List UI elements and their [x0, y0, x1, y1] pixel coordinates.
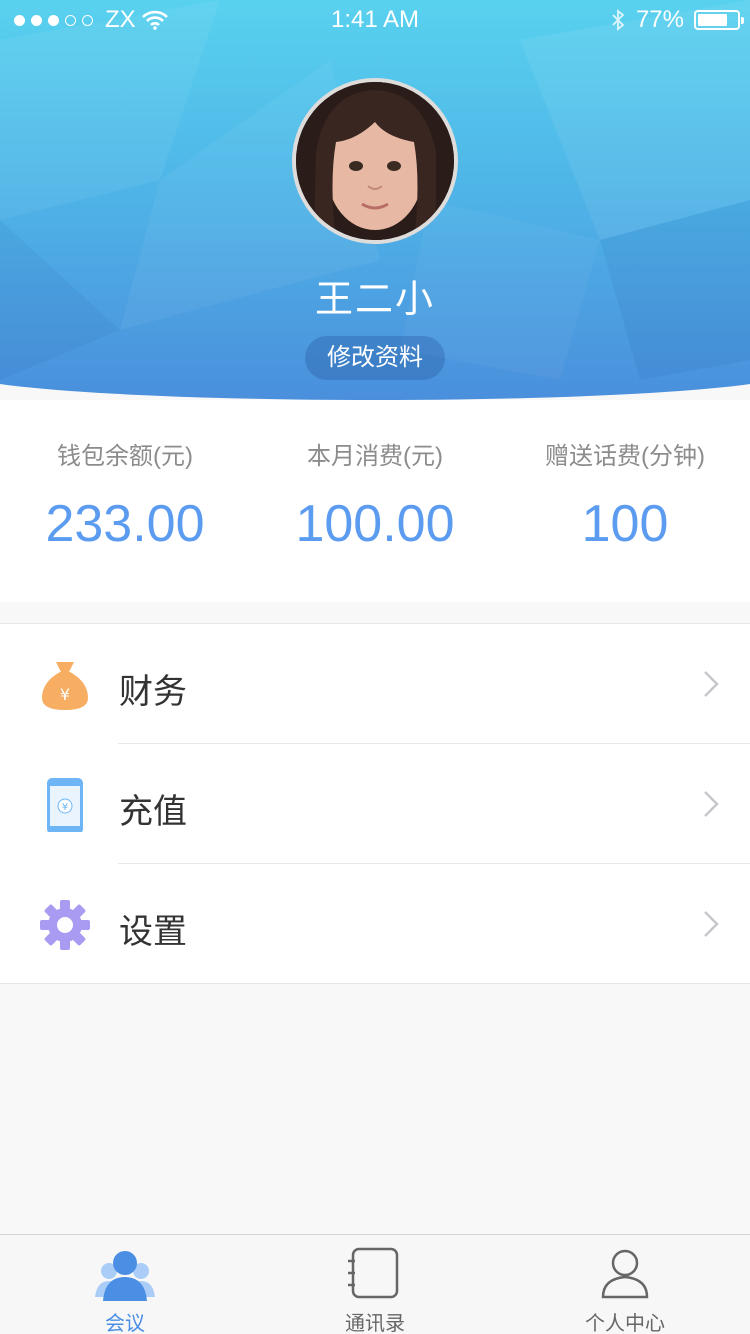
stat-label: 钱包余额(元)	[57, 443, 193, 470]
user-name: 王二小	[314, 279, 435, 321]
avatar[interactable]	[292, 78, 458, 244]
menu-item-finance[interactable]: ¥ 财务	[0, 624, 750, 744]
menu-item-recharge[interactable]: ¥ 充值	[0, 744, 750, 864]
tab-label: 会议	[105, 1313, 145, 1334]
stat-value: 100	[581, 495, 669, 553]
menu-item-settings[interactable]: 设置	[0, 864, 750, 984]
meeting-users-icon	[95, 1251, 155, 1301]
tab-profile[interactable]: 个人中心	[500, 1235, 750, 1334]
menu-item-label: 财务	[119, 673, 187, 711]
battery-level-fill	[698, 14, 727, 26]
menu-item-label: 充值	[119, 793, 187, 831]
battery-icon	[694, 10, 744, 30]
stat-label: 本月消费(元)	[307, 443, 443, 470]
stats-panel: 钱包余额(元) 233.00 本月消费(元) 100.00 赠送话费(分钟) 1…	[0, 400, 750, 602]
svg-text:¥: ¥	[62, 802, 68, 813]
status-bar: ZX 1:41 AM 77%	[0, 0, 750, 40]
tab-contacts[interactable]: 通讯录	[250, 1235, 500, 1334]
menu-item-label: 设置	[119, 913, 187, 951]
stat-value: 100.00	[295, 495, 455, 553]
bluetooth-icon	[612, 9, 625, 31]
battery-percent: 77%	[635, 6, 684, 33]
tab-meeting[interactable]: 会议	[0, 1235, 250, 1334]
profile-header: ZX 1:41 AM 77% 王二小 修改资料	[0, 0, 750, 400]
money-bag-icon: ¥	[42, 662, 88, 710]
menu-list: ¥ 财务 ¥ 充值 设置	[0, 623, 750, 984]
chevron-right-icon	[704, 911, 719, 937]
tab-bar: 会议 通讯录 个人中心	[0, 1234, 750, 1334]
stat-value: 233.00	[45, 495, 205, 553]
chevron-right-icon	[704, 791, 719, 817]
stat-label: 赠送话费(分钟)	[545, 443, 705, 470]
avatar-photo	[296, 82, 454, 240]
svg-text:¥: ¥	[60, 685, 70, 704]
battery-tip	[741, 17, 744, 24]
edit-profile-button[interactable]: 修改资料	[305, 336, 445, 380]
tab-label: 个人中心	[585, 1313, 665, 1334]
chevron-right-icon	[704, 671, 719, 697]
status-right: 77%	[610, 6, 744, 34]
phone-recharge-icon: ¥	[47, 778, 83, 832]
tab-label: 通讯录	[345, 1313, 405, 1334]
person-icon	[601, 1249, 649, 1299]
contacts-book-icon	[348, 1247, 399, 1299]
gear-icon	[40, 900, 90, 950]
profile-screen: ZX 1:41 AM 77% 王二小 修改资料 钱包余额(元) 233.00 本…	[0, 0, 750, 1334]
